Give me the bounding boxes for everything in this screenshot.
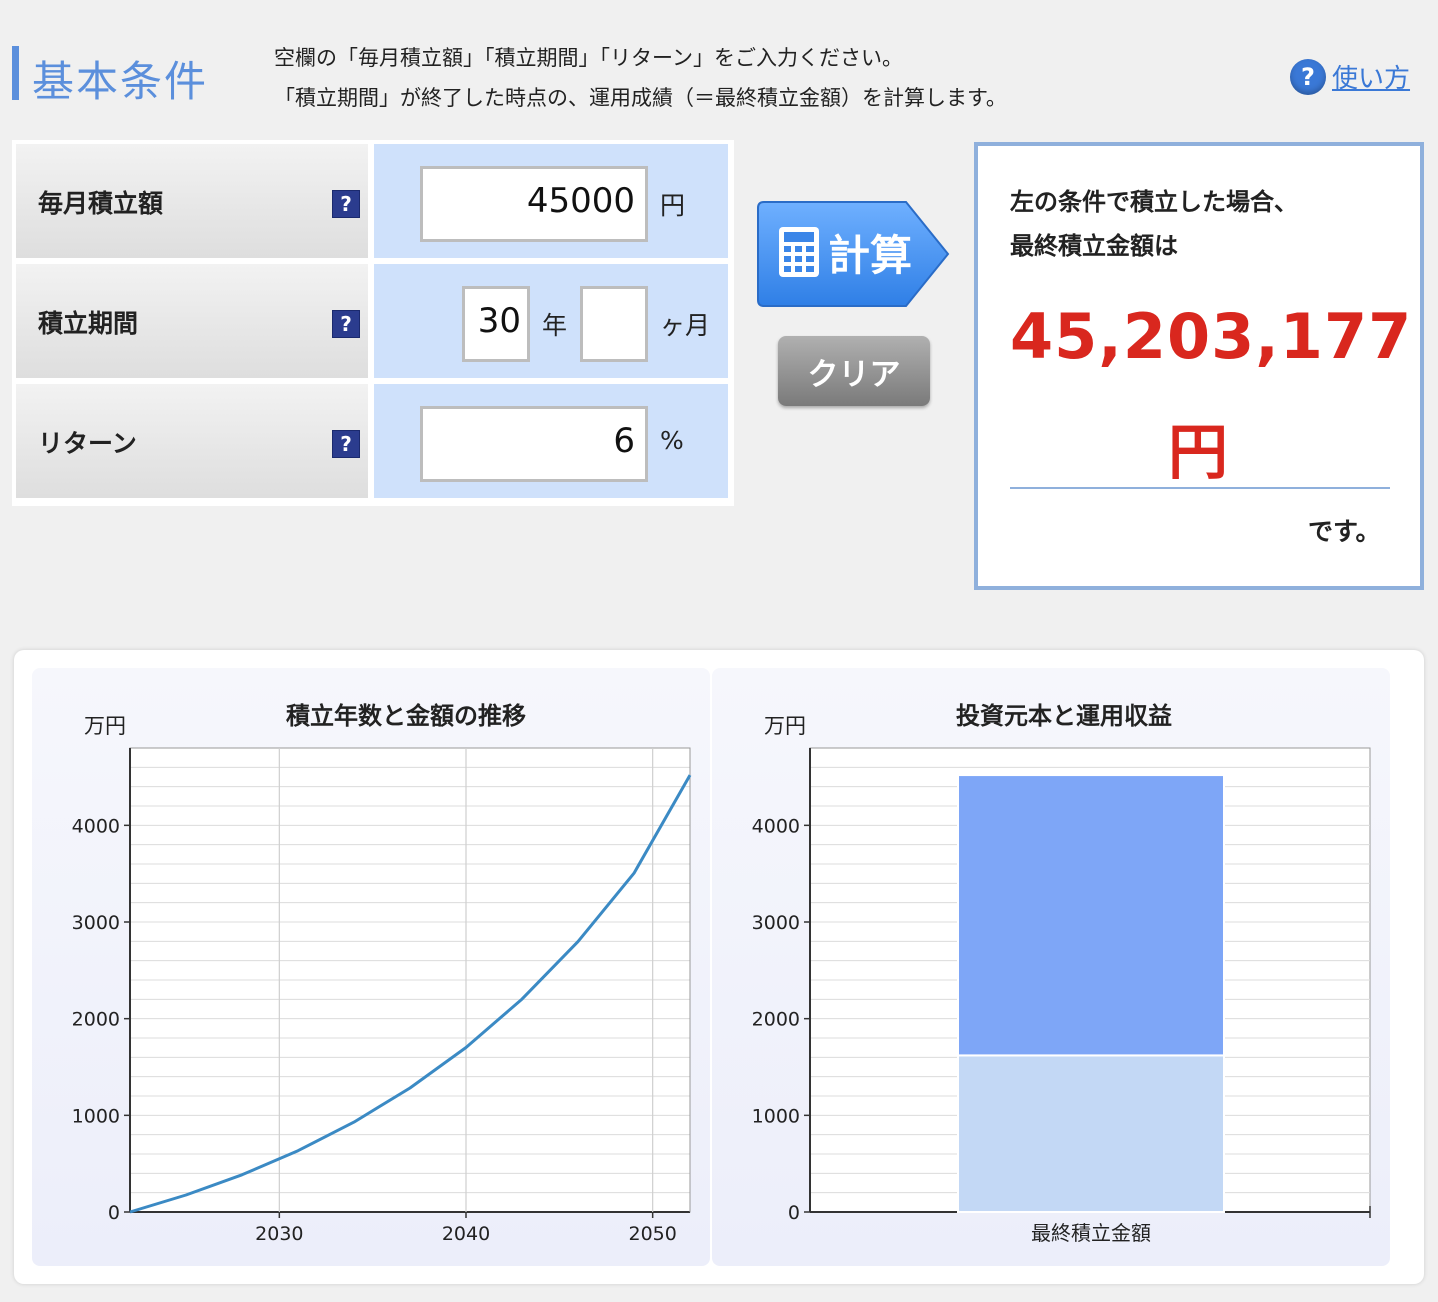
question-square-icon[interactable]: ? [332, 310, 360, 338]
x-tick-label: 2030 [255, 1223, 303, 1245]
calculate-button-label: 計算 [828, 231, 913, 280]
monthly-amount-input[interactable]: 45000 [420, 166, 648, 242]
x-tick-label: 2040 [442, 1223, 490, 1245]
y-tick-label: 1000 [72, 1105, 120, 1127]
question-circle-icon: ? [1290, 58, 1326, 95]
period-months-input[interactable] [580, 286, 648, 362]
period-years-input[interactable]: 30 [462, 286, 530, 362]
y-tick-label: 1000 [752, 1105, 800, 1127]
period-months-unit: ヶ月 [660, 311, 711, 340]
description-line-2: 「積立期間」が終了した時点の、運用成績（＝最終積立金額）を計算します。 [274, 86, 1007, 110]
form-row-monthly: 毎月積立額 ? 45000 円 [12, 140, 734, 258]
bar-chart: 0 1000 2000 3000 4000 最終積立金額 [752, 747, 1371, 1245]
monthly-label: 毎月積立額 [38, 189, 164, 218]
return-rate-input[interactable]: 6 [420, 406, 648, 482]
question-square-icon[interactable]: ? [332, 190, 360, 218]
period-years-unit: 年 [542, 311, 568, 340]
x-category-label: 最終積立金額 [1031, 1221, 1151, 1245]
return-label: リターン [38, 429, 137, 458]
input-form: 毎月積立額 ? 45000 円 積立期間 ? 30 年 ヶ月 リターン ? 6 … [12, 140, 734, 506]
monthly-unit: 円 [660, 191, 686, 220]
question-square-icon[interactable]: ? [332, 430, 360, 458]
y-tick-label: 0 [788, 1202, 800, 1224]
result-line-2: 最終積立金額は [1010, 232, 1178, 260]
form-row-return: リターン ? 6 % [12, 380, 734, 498]
y-tick-label: 2000 [752, 1009, 800, 1031]
return-unit: % [660, 426, 684, 455]
period-label: 積立期間 [38, 309, 139, 338]
result-divider [1010, 487, 1390, 489]
y-tick-label: 4000 [72, 815, 120, 837]
line-chart-title: 積立年数と金額の推移 [286, 702, 526, 730]
x-tick-label: 2050 [628, 1223, 676, 1245]
page-title: 基本条件 [32, 57, 209, 106]
title-accent-bar [12, 46, 19, 100]
y-tick-label: 2000 [72, 1009, 120, 1031]
form-row-period: 積立期間 ? 30 年 ヶ月 [12, 260, 734, 378]
help-link[interactable]: ? 使い方 [1290, 58, 1410, 95]
calculator-icon [779, 227, 819, 277]
clear-button[interactable]: クリア [778, 336, 930, 406]
result-suffix: です。 [1308, 517, 1381, 546]
line-chart: 0 1000 2000 3000 4000 2030 2040 2050 [72, 747, 692, 1245]
description-line-1: 空欄の「毎月積立額」「積立期間」「リターン」をご入力ください。 [274, 46, 903, 70]
y-tick-label: 3000 [72, 912, 120, 934]
bar-segment-principal [957, 1054, 1225, 1213]
help-link-label: 使い方 [1332, 64, 1411, 94]
bar-chart-title: 投資元本と運用収益 [956, 702, 1172, 730]
bar-chart-y-unit: 万円 [764, 714, 806, 738]
line-chart-y-unit: 万円 [84, 714, 126, 738]
result-amount: 45,203,177 [1010, 300, 1413, 373]
bar-segment-return [957, 774, 1225, 1057]
result-line-1: 左の条件で積立した場合、 [1010, 188, 1298, 216]
y-tick-label: 0 [108, 1202, 120, 1224]
y-tick-label: 4000 [752, 815, 800, 837]
result-yen: 円 [1168, 418, 1228, 488]
y-tick-label: 3000 [752, 912, 800, 934]
